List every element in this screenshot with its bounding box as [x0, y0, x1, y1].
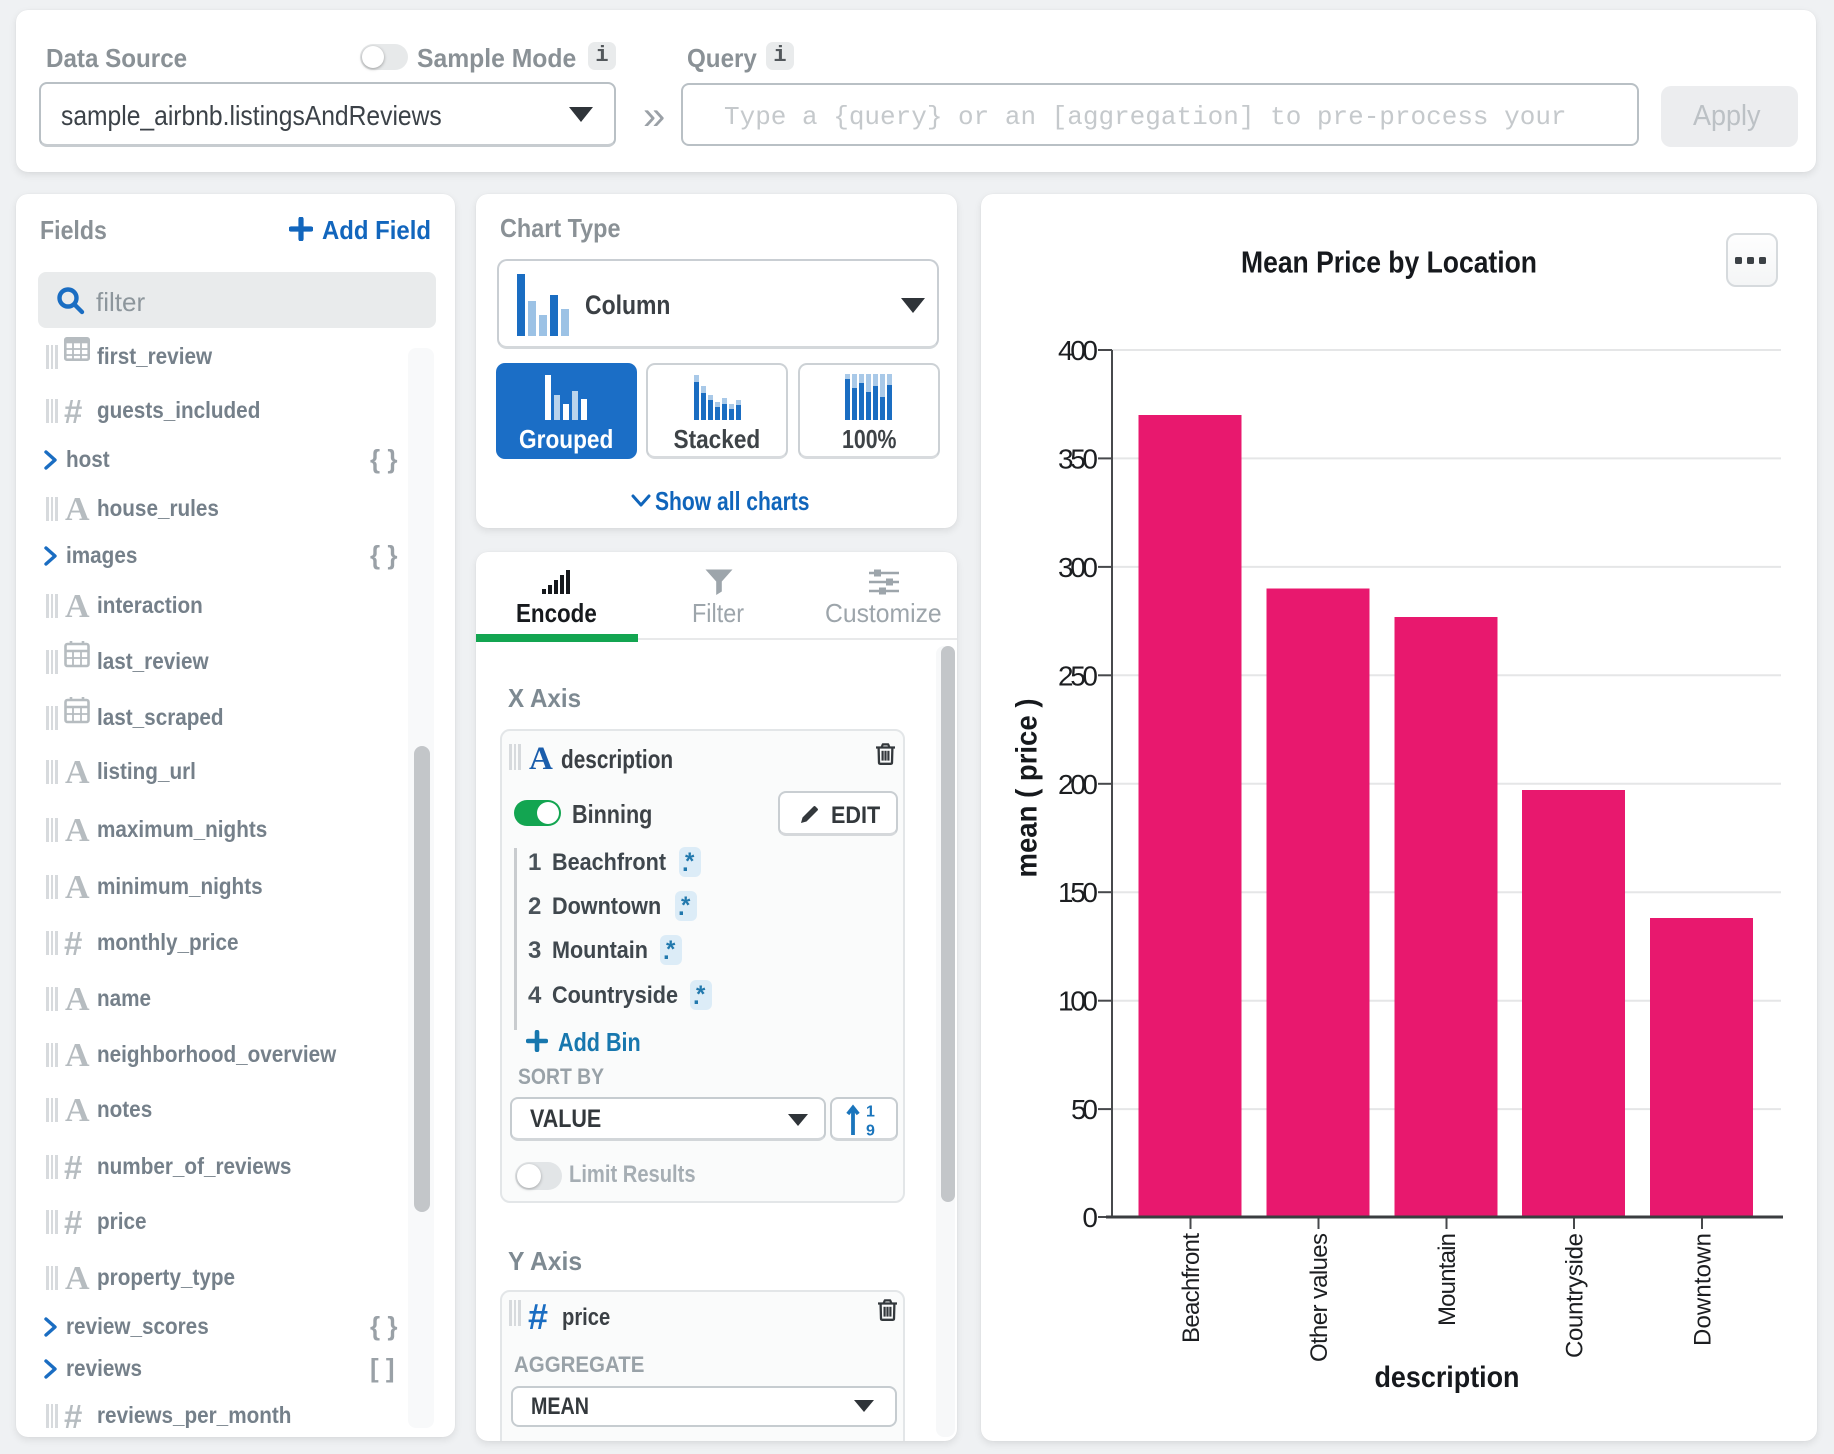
svg-text:description: description	[1375, 1361, 1520, 1394]
svg-text:Countryside: Countryside	[1562, 1233, 1589, 1358]
svg-text:200: 200	[1058, 769, 1098, 800]
svg-text:350: 350	[1058, 443, 1098, 474]
svg-text:150: 150	[1058, 877, 1098, 908]
svg-text:9: 9	[866, 1123, 875, 1138]
svg-text:300: 300	[1058, 552, 1098, 583]
svg-text:0: 0	[1082, 1202, 1098, 1233]
svg-text:Mean Price by Location: Mean Price by Location	[1241, 245, 1537, 280]
svg-text:Other values: Other values	[1306, 1233, 1333, 1362]
svg-text:Downtown: Downtown	[1690, 1233, 1717, 1346]
svg-text:400: 400	[1058, 335, 1098, 366]
svg-text:mean ( price ): mean ( price )	[1011, 699, 1044, 878]
svg-text:Beachfront: Beachfront	[1178, 1233, 1205, 1343]
svg-text:1: 1	[866, 1104, 875, 1121]
svg-text:250: 250	[1058, 660, 1098, 691]
svg-text:100: 100	[1058, 986, 1098, 1017]
svg-text:Mountain: Mountain	[1434, 1233, 1461, 1326]
svg-text:50: 50	[1071, 1094, 1098, 1125]
